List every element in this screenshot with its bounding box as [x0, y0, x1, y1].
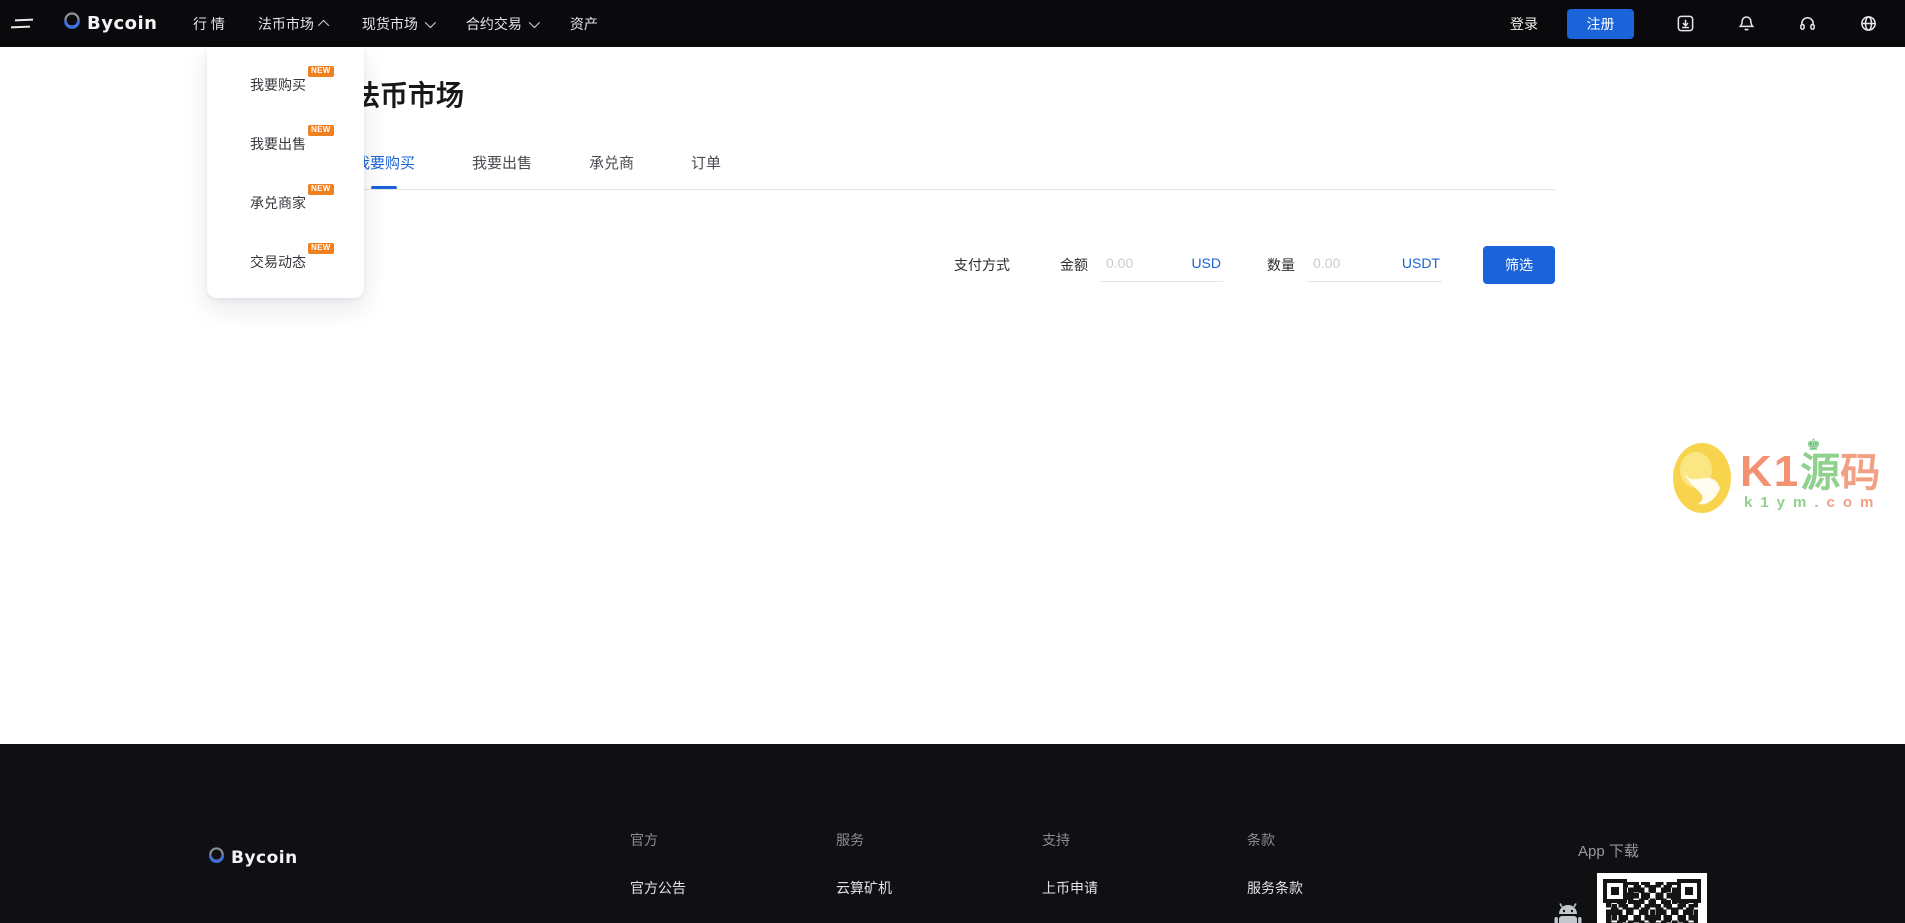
- tab-buy[interactable]: 我要购买: [355, 152, 415, 173]
- download-icon[interactable]: [1675, 14, 1695, 34]
- bycoin-logo-icon: [62, 11, 82, 36]
- page: Bycoin 行 情 法币市场 现货市场 合约交易 资产 登录: [0, 0, 1905, 923]
- amount-label: 金额: [1060, 255, 1088, 275]
- chevron-up-icon: [318, 19, 329, 30]
- brand-name: Bycoin: [87, 13, 157, 34]
- new-badge: NEW: [308, 243, 334, 254]
- tab-acceptor[interactable]: 承兑商: [589, 152, 634, 173]
- filter-bar: 支付方式 金额 USD 数量 USDT 筛选: [954, 245, 1555, 285]
- watermark-url: k1ym.com: [1744, 494, 1881, 511]
- quantity-input[interactable]: [1313, 255, 1375, 271]
- login-link[interactable]: 登录: [1510, 14, 1538, 34]
- watermark-brand-latin: K1: [1740, 447, 1800, 496]
- nav-item-contract-trading[interactable]: 合约交易: [466, 14, 537, 34]
- new-badge: NEW: [308, 66, 334, 77]
- nav-item-markets[interactable]: 行 情: [193, 14, 225, 34]
- page-title: 法币市场: [352, 74, 464, 114]
- tab-sell[interactable]: 我要出售: [472, 152, 532, 173]
- bell-icon[interactable]: [1736, 14, 1756, 34]
- dropdown-item-buy[interactable]: 我要购买 NEW: [250, 75, 334, 95]
- nav-item-assets[interactable]: 资产: [570, 14, 598, 34]
- filter-submit-button[interactable]: 筛选: [1483, 246, 1555, 284]
- dropdown-item-trade-activity[interactable]: 交易动态 NEW: [250, 252, 334, 272]
- footer-link-cloud-mining[interactable]: 云算矿机: [836, 878, 892, 898]
- footer-link-terms-of-service[interactable]: 服务条款: [1247, 878, 1303, 898]
- navbar-actions: 登录 注册: [1510, 0, 1878, 47]
- main-nav: 行 情 法币市场 现货市场 合约交易 资产: [193, 0, 598, 47]
- tab-divider: [355, 189, 1555, 190]
- tab-bar: 我要购买 我要出售 承兑商 订单: [355, 152, 721, 173]
- footer-link-announcements[interactable]: 官方公告: [630, 878, 686, 898]
- footer-col-title-official: 官方: [630, 830, 658, 850]
- watermark-logo-icon: [1672, 442, 1732, 514]
- hamburger-menu-icon[interactable]: [10, 15, 34, 31]
- watermark-brand-cn1: 源: [1800, 451, 1840, 495]
- bycoin-logo-icon: [207, 846, 226, 870]
- footer-col-title-services: 服务: [836, 830, 864, 850]
- watermark-brand-cn2: 码: [1840, 451, 1880, 495]
- chevron-down-icon: [425, 16, 436, 27]
- headset-icon[interactable]: [1797, 14, 1817, 34]
- active-tab-indicator: [371, 186, 397, 189]
- new-badge: NEW: [308, 184, 334, 195]
- dropdown-item-sell[interactable]: 我要出售 NEW: [250, 134, 334, 154]
- top-navbar: Bycoin 行 情 法币市场 现货市场 合约交易 资产 登录: [0, 0, 1905, 47]
- tab-orders[interactable]: 订单: [691, 152, 721, 173]
- globe-icon[interactable]: [1858, 14, 1878, 34]
- chevron-down-icon: [529, 16, 540, 27]
- footer-link-listing-application[interactable]: 上币申请: [1042, 878, 1098, 898]
- brand-logo[interactable]: Bycoin: [62, 0, 157, 47]
- app-download-label: App 下载: [1578, 840, 1639, 861]
- footer-col-title-terms: 条款: [1247, 830, 1275, 850]
- footer-brand-logo: Bycoin: [207, 846, 298, 870]
- quantity-label: 数量: [1267, 255, 1295, 275]
- register-button[interactable]: 注册: [1567, 9, 1634, 39]
- quantity-currency: USDT: [1402, 255, 1440, 271]
- site-watermark: K1 ♚源码 k1ym.com: [1672, 438, 1902, 523]
- footer-col-title-support: 支持: [1042, 830, 1070, 850]
- amount-currency: USD: [1191, 255, 1221, 271]
- amount-input[interactable]: [1106, 255, 1168, 271]
- new-badge: NEW: [308, 125, 334, 136]
- android-icon: [1551, 900, 1585, 923]
- footer-brand-name: Bycoin: [231, 848, 298, 868]
- crown-icon: ♚: [1806, 435, 1820, 455]
- app-download-qr-code: [1597, 873, 1707, 923]
- dropdown-item-acceptor-merchant[interactable]: 承兑商家 NEW: [250, 193, 334, 213]
- fiat-market-dropdown: 我要购买 NEW 我要出售 NEW 承兑商家 NEW 交易动态 NEW: [207, 47, 364, 298]
- nav-item-fiat-market[interactable]: 法币市场: [258, 14, 329, 34]
- payment-method-filter[interactable]: 支付方式: [954, 255, 1010, 275]
- footer: Bycoin 官方 服务 支持 条款 官方公告 云算矿机 上币申请 服务条款 A…: [0, 744, 1905, 923]
- nav-item-spot-market[interactable]: 现货市场: [362, 14, 433, 34]
